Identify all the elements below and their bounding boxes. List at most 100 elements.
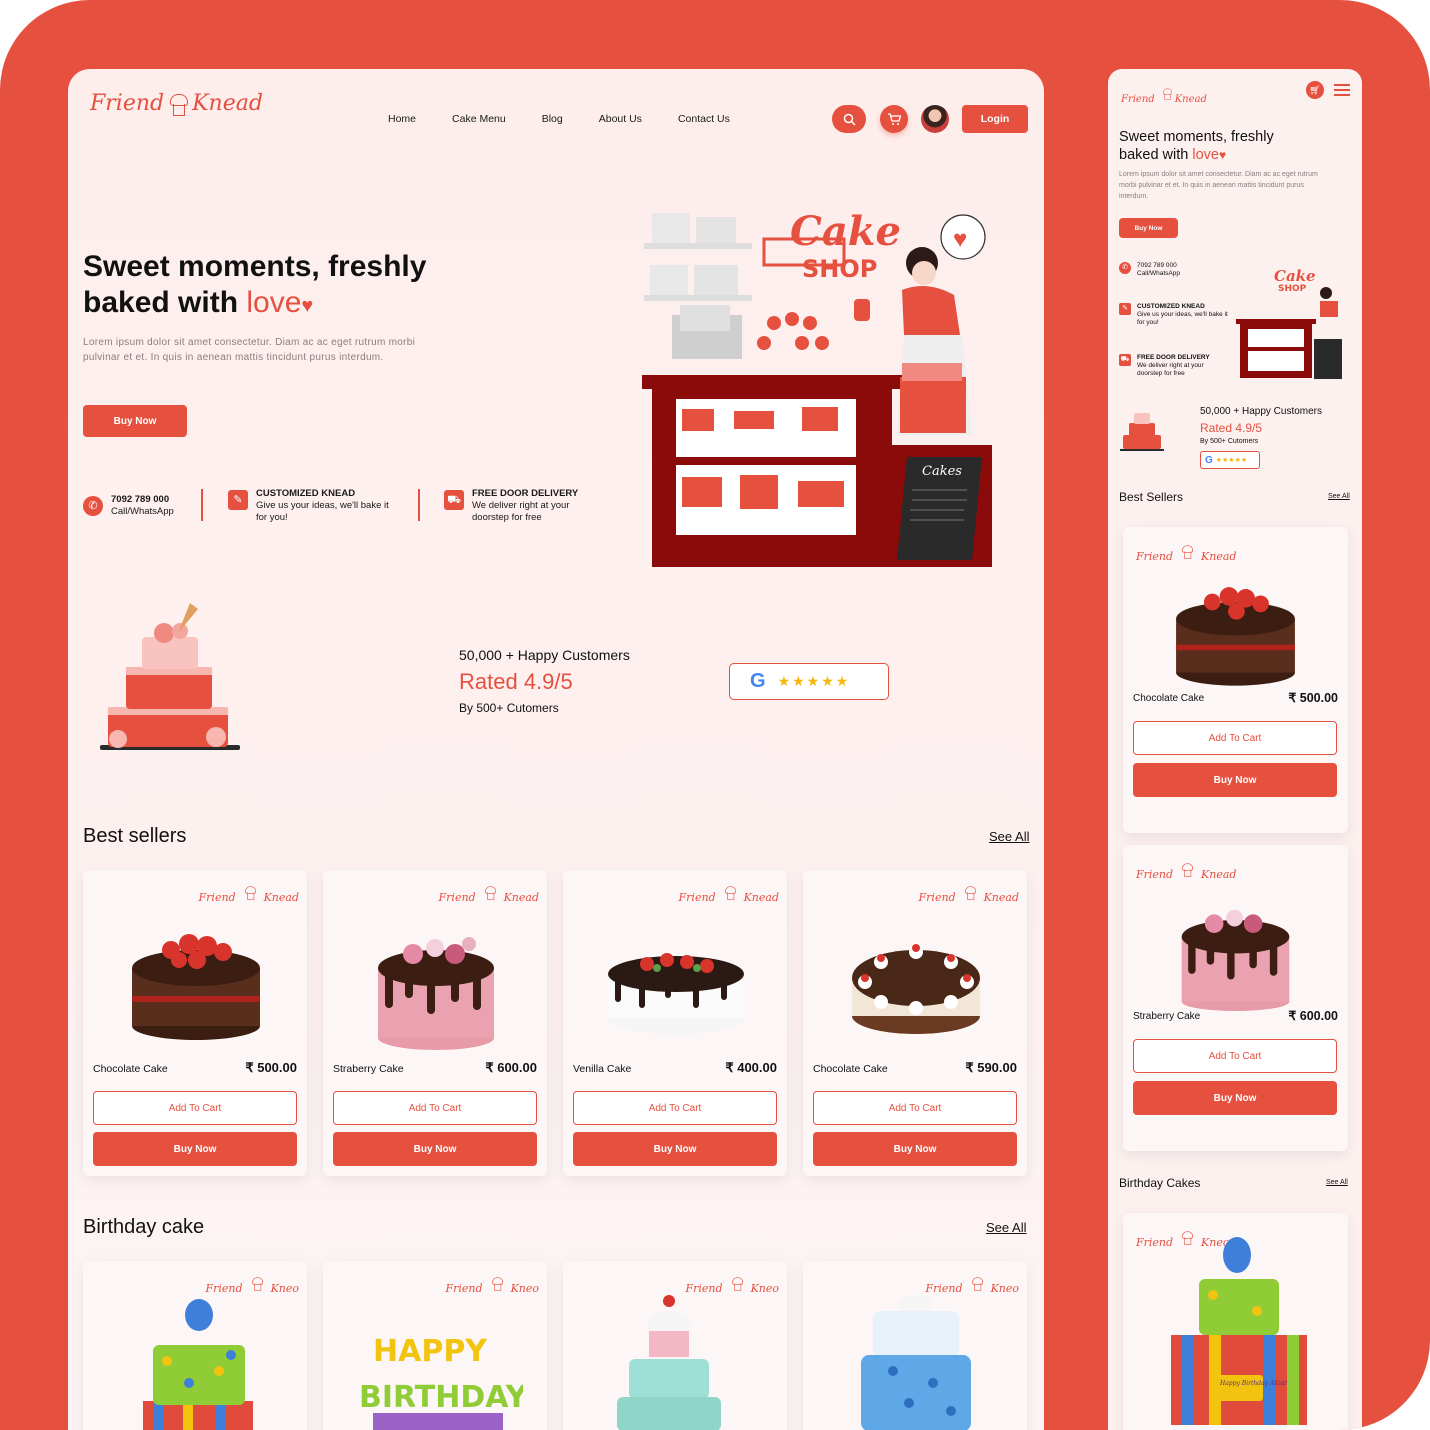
product-price: ₹ 600.00 <box>485 1060 537 1075</box>
mobile-layer-cake-illustration <box>1120 413 1164 451</box>
feature-phone-text: Call/WhatsApp <box>111 506 174 517</box>
mobile-happy-customers: 50,000 + Happy Customers <box>1200 406 1323 417</box>
add-to-cart-button[interactable]: Add To Cart <box>1133 1039 1337 1073</box>
black-forest-cake-image <box>852 944 980 1034</box>
mobile-cake-shop-illustration: Cake SHOP <box>1236 267 1342 379</box>
illustration-shop-sign: SHOP <box>802 255 877 283</box>
vanilla-cake-image <box>608 953 744 1034</box>
feature-phone-title: 7092 789 000 <box>1137 262 1177 269</box>
customize-icon: ✎ <box>228 490 248 510</box>
hamburger-menu-icon[interactable] <box>1334 84 1350 96</box>
chef-hat-icon <box>724 886 736 900</box>
user-avatar[interactable] <box>921 105 949 133</box>
add-to-cart-button[interactable]: Add To Cart <box>333 1091 537 1125</box>
card-logo: Friend Knead <box>439 882 539 904</box>
logo-text-left: Friend <box>1121 94 1155 105</box>
mobile-cart-button[interactable]: 🛒︎ <box>1306 81 1324 99</box>
hero-title-line2: baked with <box>83 286 247 319</box>
brand-logo[interactable]: Friend Knead <box>90 91 263 116</box>
mobile-brand-logo[interactable]: Friend Knead <box>1121 83 1207 105</box>
product-card[interactable]: Friend Knead Straberry Cake ₹ 600.00 Add … <box>323 870 547 1176</box>
hero-title: Sweet moments, freshly baked with love♥ <box>83 249 483 324</box>
mobile-rating-score: Rated 4.9/5 <box>1200 421 1263 435</box>
product-card[interactable]: Friend Knead Chocolate Cake ₹ 500.00 Add … <box>83 870 307 1176</box>
truck-icon: ⛟ <box>444 490 464 510</box>
product-name: Chocolate Cake <box>1133 693 1205 704</box>
buy-now-button[interactable]: Buy Now <box>813 1132 1017 1166</box>
cart-icon <box>888 112 901 125</box>
chef-hat-icon <box>244 886 256 900</box>
nav-contact[interactable]: Contact Us <box>678 113 730 125</box>
search-icon <box>843 113 856 126</box>
logo-text-left: Friend <box>445 1282 483 1295</box>
birthday-card[interactable]: Friend Kneo <box>83 1261 307 1430</box>
mobile-birthday-card[interactable]: Friend Kneo Happy Birthday Aliza! <box>1123 1213 1348 1430</box>
chef-hat-icon <box>1181 863 1194 877</box>
mobile-product-card[interactable]: Friend Knead Chocolate Cake ₹ 500.00 Add … <box>1123 527 1348 833</box>
logo-text-right: Knead <box>1201 550 1237 563</box>
nav-blog[interactable]: Blog <box>542 113 563 125</box>
buy-now-button[interactable]: Buy Now <box>1133 763 1337 797</box>
best-sellers-title: Best sellers <box>83 825 187 847</box>
add-to-cart-button[interactable]: Add To Cart <box>93 1091 297 1125</box>
top-nav: Friend Knead Home Cake Menu Blog About U… <box>68 69 1044 169</box>
product-price: ₹ 500.00 <box>245 1060 297 1075</box>
feature-custom: ✎ CUSTOMIZED KNEAD Give us your ideas, we… <box>228 488 398 524</box>
rating-block: 50,000 + Happy Customers Rated 4.9/5 By … <box>459 647 630 715</box>
chef-hat-icon <box>484 886 496 900</box>
mobile-best-sellers-see-all[interactable]: See All <box>1328 493 1350 500</box>
chef-hat-icon <box>168 94 189 116</box>
add-to-cart-button[interactable]: Add To Cart <box>573 1091 777 1125</box>
buy-now-button[interactable]: Buy Now <box>333 1132 537 1166</box>
best-sellers-see-all[interactable]: See All <box>989 829 1029 844</box>
product-card[interactable]: Friend Knead Venilla Cake ₹ 400.00 Add To… <box>563 870 787 1176</box>
buy-now-button[interactable]: Buy Now <box>1133 1081 1337 1115</box>
birthday-card[interactable]: Friend Kneo <box>803 1261 1027 1430</box>
feature-phone-text: Call/WhatsApp <box>1137 270 1180 277</box>
mobile-product-card[interactable]: Friend Knead Straberry Cake ₹ 600.00 Add … <box>1123 845 1348 1151</box>
birthday-card[interactable]: Friend Kneo <box>563 1261 787 1430</box>
cart-button[interactable] <box>880 105 908 133</box>
cart-icon: 🛒︎ <box>1309 84 1321 95</box>
logo-text-left: Friend <box>918 891 956 904</box>
buy-now-button[interactable]: Buy Now <box>93 1132 297 1166</box>
google-icon: G <box>1205 454 1213 466</box>
mobile-birthday-see-all[interactable]: See All <box>1326 1179 1348 1186</box>
add-to-cart-button[interactable]: Add To Cart <box>813 1091 1017 1125</box>
nav-home[interactable]: Home <box>388 113 416 125</box>
product-name: Chocolate Cake <box>813 1063 888 1075</box>
search-button[interactable] <box>832 105 866 133</box>
logo-text-right: Knead <box>192 91 263 116</box>
nav-menu: Home Cake Menu Blog About Us Contact Us <box>388 113 766 125</box>
product-name: Straberry Cake <box>1133 1011 1201 1022</box>
strawberry-cake-image <box>1181 909 1290 1011</box>
product-price: ₹ 590.00 <box>965 1060 1017 1075</box>
card-logo: Friend Knead <box>1136 541 1340 563</box>
heart-icon: ♥ <box>1218 148 1227 162</box>
google-rating-badge[interactable]: G ★★★★★ <box>729 663 889 700</box>
chef-hat-icon <box>731 1277 743 1291</box>
mobile-title-line2: baked with <box>1119 147 1193 163</box>
customize-icon: ✎ <box>1119 303 1131 315</box>
logo-text-right: Knead <box>1174 94 1207 105</box>
happy-customers: 50,000 + Happy Customers <box>459 647 630 663</box>
birthday-see-all[interactable]: See All <box>986 1220 1026 1235</box>
add-to-cart-button[interactable]: Add To Cart <box>1133 721 1337 755</box>
buy-now-button[interactable]: Buy Now <box>573 1132 777 1166</box>
mobile-feature-custom: ✎ CUSTOMIZED KNEAD Give us your ideas, we… <box>1119 303 1229 327</box>
card-logo: Friend Knead <box>1136 859 1340 881</box>
feature-phone-title: 7092 789 000 <box>111 494 170 505</box>
nav-cake-menu[interactable]: Cake Menu <box>452 113 506 125</box>
login-button[interactable]: Login <box>962 105 1028 133</box>
mobile-buy-button[interactable]: Buy Now <box>1119 218 1178 238</box>
product-card[interactable]: Friend Knead Chocolate Cake ₹ 590.00 Add … <box>803 870 1027 1176</box>
nav-about[interactable]: About Us <box>599 113 642 125</box>
product-price: ₹ 500.00 <box>1288 691 1338 705</box>
feature-custom-text: Give us your ideas, we'll bake it for yo… <box>1137 311 1228 326</box>
mobile-google-rating-badge[interactable]: G ★★★★★ <box>1200 451 1260 469</box>
chef-hat-icon <box>1181 545 1194 559</box>
birthday-card[interactable]: Friend Kneo HAPPY BIRTHDAY <box>323 1261 547 1430</box>
logo-text-right: Knead <box>743 891 779 904</box>
logo-text-right: Kneo <box>750 1282 779 1295</box>
hero-buy-button[interactable]: Buy Now <box>83 405 187 437</box>
